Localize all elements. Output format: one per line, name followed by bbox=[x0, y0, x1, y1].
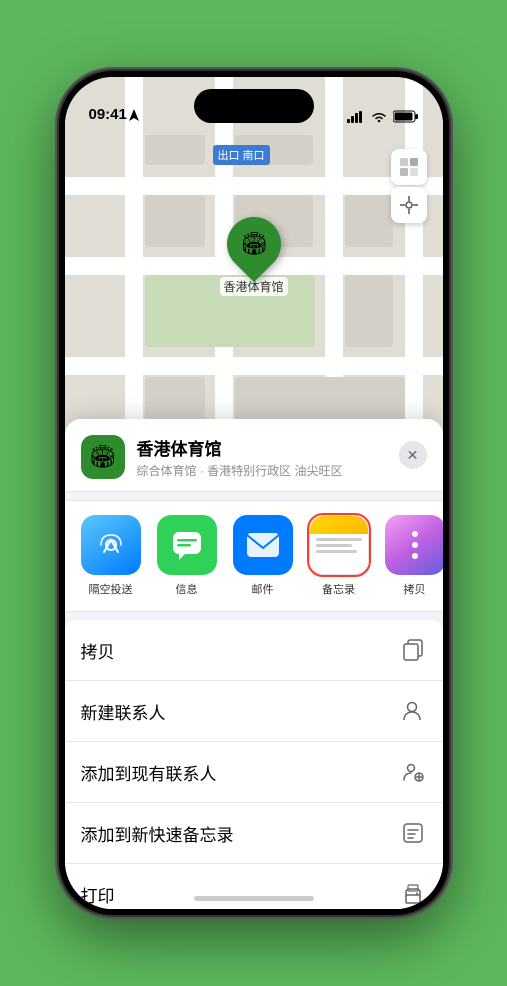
venue-description: 综合体育馆 · 香港特别行政区 油尖旺区 bbox=[137, 462, 427, 479]
map-exit-label: 出口 南口 bbox=[213, 145, 270, 165]
home-indicator bbox=[194, 896, 314, 901]
clock: 09:41 bbox=[89, 106, 127, 123]
messages-icon bbox=[157, 515, 217, 575]
wifi-icon bbox=[371, 111, 387, 123]
signal-icon bbox=[347, 111, 365, 123]
sheet-header: 🏟 香港体育馆 综合体育馆 · 香港特别行政区 油尖旺区 ✕ bbox=[65, 419, 443, 492]
map-road bbox=[65, 177, 443, 195]
note-add-icon bbox=[399, 819, 427, 847]
pin-icon: 🏟 bbox=[240, 231, 268, 257]
dot bbox=[412, 553, 418, 559]
map-controls[interactable] bbox=[391, 149, 427, 223]
dot bbox=[412, 542, 418, 548]
location-arrow-icon bbox=[129, 109, 139, 121]
pin-circle: 🏟 bbox=[215, 206, 291, 282]
notes-icon bbox=[309, 515, 369, 575]
dynamic-island bbox=[194, 89, 314, 123]
status-icons bbox=[347, 110, 419, 123]
venue-name: 香港体育馆 bbox=[137, 435, 427, 460]
map-block bbox=[145, 135, 205, 165]
mail-label: 邮件 bbox=[252, 581, 274, 597]
messages-label: 信息 bbox=[176, 581, 198, 597]
map-block bbox=[145, 377, 205, 425]
bottom-sheet: 🏟 香港体育馆 综合体育馆 · 香港特别行政区 油尖旺区 ✕ bbox=[65, 419, 443, 909]
action-new-contact-label: 新建联系人 bbox=[81, 699, 166, 724]
copy-icon bbox=[399, 636, 427, 664]
action-list: 拷贝 新建联系人 bbox=[65, 620, 443, 909]
map-type-button[interactable] bbox=[391, 149, 427, 185]
notes-lines bbox=[310, 534, 368, 557]
share-more[interactable]: 拷贝 bbox=[381, 515, 443, 597]
share-messages[interactable]: 信息 bbox=[153, 515, 221, 597]
venue-icon: 🏟 bbox=[81, 435, 125, 479]
notes-header bbox=[310, 516, 368, 534]
action-copy[interactable]: 拷贝 bbox=[65, 620, 443, 681]
share-row: 隔空投送 信息 bbox=[65, 500, 443, 612]
airdrop-icon bbox=[81, 515, 141, 575]
map-block bbox=[145, 195, 205, 247]
action-quick-note-label: 添加到新快速备忘录 bbox=[81, 821, 234, 846]
phone-screen: 09:41 bbox=[65, 77, 443, 909]
action-quick-note[interactable]: 添加到新快速备忘录 bbox=[65, 803, 443, 864]
airdrop-label: 隔空投送 bbox=[89, 581, 133, 597]
share-notes[interactable]: 备忘录 bbox=[305, 515, 373, 597]
more-label: 拷贝 bbox=[404, 581, 426, 597]
map-block bbox=[345, 275, 393, 347]
notes-line bbox=[316, 544, 353, 547]
action-new-contact[interactable]: 新建联系人 bbox=[65, 681, 443, 742]
close-button[interactable]: ✕ bbox=[399, 441, 427, 469]
venue-info: 香港体育馆 综合体育馆 · 香港特别行政区 油尖旺区 bbox=[137, 435, 427, 479]
location-button[interactable] bbox=[391, 187, 427, 223]
notes-label: 备忘录 bbox=[322, 581, 355, 597]
share-mail[interactable]: 邮件 bbox=[229, 515, 297, 597]
map-block bbox=[235, 377, 405, 425]
action-add-existing-label: 添加到现有联系人 bbox=[81, 760, 217, 785]
map-road bbox=[65, 357, 443, 375]
notes-line bbox=[316, 550, 357, 553]
status-time: 09:41 bbox=[89, 106, 139, 123]
action-print-label: 打印 bbox=[81, 882, 115, 907]
map-pin: 🏟 香港体育馆 bbox=[220, 217, 288, 296]
action-print[interactable]: 打印 bbox=[65, 864, 443, 909]
notes-line bbox=[316, 538, 362, 541]
action-add-existing[interactable]: 添加到现有联系人 bbox=[65, 742, 443, 803]
more-apps-icon bbox=[385, 515, 443, 575]
phone-frame: 09:41 bbox=[59, 71, 449, 915]
share-airdrop[interactable]: 隔空投送 bbox=[77, 515, 145, 597]
person-circle-add-icon bbox=[399, 758, 427, 786]
action-copy-label: 拷贝 bbox=[81, 638, 115, 663]
mail-icon bbox=[233, 515, 293, 575]
printer-icon bbox=[399, 880, 427, 908]
person-add-icon bbox=[399, 697, 427, 725]
map-label-text: 南口 bbox=[243, 147, 265, 163]
battery-icon bbox=[393, 110, 419, 123]
map-block bbox=[345, 195, 393, 247]
dot bbox=[412, 531, 418, 537]
